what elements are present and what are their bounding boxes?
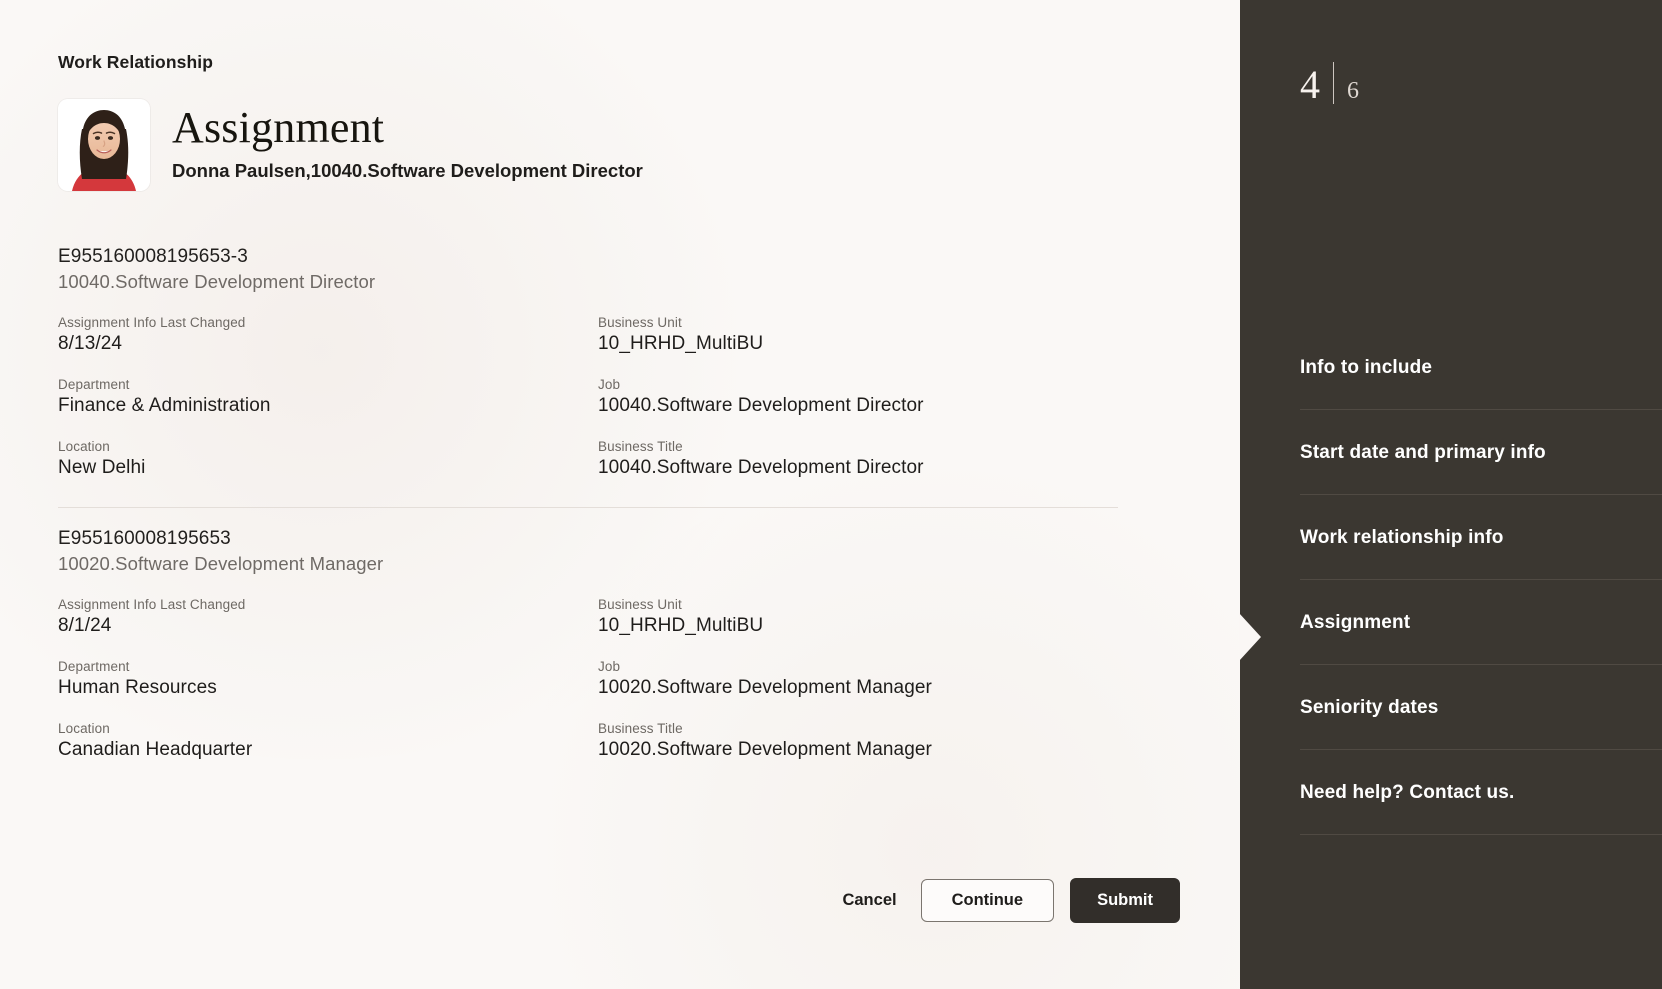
breadcrumb: Work Relationship: [58, 52, 214, 72]
field-label: Business Unit: [598, 597, 682, 612]
field: Job 10020.Software Development Manager: [598, 659, 1118, 699]
submit-button[interactable]: Submit: [1070, 878, 1180, 923]
field-value: 10_HRHD_MultiBU: [598, 615, 764, 636]
field-value: 8/1/24: [58, 615, 112, 636]
continue-button[interactable]: Continue: [920, 879, 1055, 922]
sidebar-item-assignment[interactable]: Assignment: [1300, 580, 1662, 665]
assignment-fields: Assignment Info Last Changed 8/13/24 Bus…: [58, 315, 1118, 479]
field: Department Finance & Administration: [58, 377, 598, 417]
field-value: 10020.Software Development Manager: [598, 677, 932, 698]
field-label: Assignment Info Last Changed: [58, 315, 246, 330]
field-label: Department: [58, 377, 130, 392]
field-label: Job: [598, 659, 621, 674]
assignment-list: E955160008195653-3 10040.Software Develo…: [58, 246, 1118, 767]
field: Assignment Info Last Changed 8/13/24: [58, 315, 598, 355]
sidebar-item-start-date-and-primary-info[interactable]: Start date and primary info: [1300, 410, 1662, 495]
person-subtitle: Donna Paulsen,10040.Software Development…: [172, 159, 643, 181]
field: Location New Delhi: [58, 439, 598, 479]
assignment-fields: Assignment Info Last Changed 8/1/24 Busi…: [58, 597, 1118, 761]
step-total: 6: [1347, 78, 1359, 104]
field-label: Location: [58, 721, 110, 736]
step-navigation: Info to include Start date and primary i…: [1300, 325, 1662, 835]
step-counter: 4 6: [1240, 0, 1662, 105]
sidebar-item-work-relationship-info[interactable]: Work relationship info: [1300, 495, 1662, 580]
field-value: 10040.Software Development Director: [598, 457, 924, 478]
field-value: New Delhi: [58, 457, 146, 478]
field: Business Title 10040.Software Developmen…: [598, 439, 1118, 479]
field-label: Job: [598, 377, 621, 392]
field: Location Canadian Headquarter: [58, 721, 598, 761]
assignment-id: E955160008195653-3: [58, 246, 248, 267]
action-bar: Cancel Continue Submit: [834, 878, 1180, 923]
field: Business Title 10020.Software Developmen…: [598, 721, 1118, 761]
field-value: Finance & Administration: [58, 395, 271, 416]
active-step-pointer-icon: [1239, 613, 1261, 661]
step-divider-icon: [1333, 62, 1334, 104]
assignment-card: E955160008195653-3 10040.Software Develo…: [58, 246, 1118, 485]
field: Job 10040.Software Development Director: [598, 377, 1118, 417]
field: Department Human Resources: [58, 659, 598, 699]
sidebar-item-info-to-include[interactable]: Info to include: [1300, 325, 1662, 410]
step-current: 4: [1300, 62, 1320, 107]
person-header: Assignment Donna Paulsen,10040.Software …: [58, 99, 1240, 191]
assignment-role: 10040.Software Development Director: [58, 271, 376, 292]
sidebar-item-need-help-contact-us[interactable]: Need help? Contact us.: [1300, 750, 1662, 835]
field-label: Business Unit: [598, 315, 682, 330]
assignment-role: 10020.Software Development Manager: [58, 553, 384, 574]
field-value: 10020.Software Development Manager: [598, 739, 932, 760]
field-label: Assignment Info Last Changed: [58, 597, 246, 612]
sidebar-item-seniority-dates[interactable]: Seniority dates: [1300, 665, 1662, 750]
wizard-page: Work Relationship Assignment Donna Pauls…: [0, 0, 1662, 989]
field: Assignment Info Last Changed 8/1/24: [58, 597, 598, 637]
main-content-panel: Work Relationship Assignment Donna Pauls…: [0, 0, 1240, 989]
avatar: [58, 99, 150, 191]
field-label: Business Title: [598, 439, 683, 454]
cancel-button[interactable]: Cancel: [834, 881, 904, 920]
assignment-id: E955160008195653: [58, 528, 231, 549]
field-value: Human Resources: [58, 677, 217, 698]
field-value: 10_HRHD_MultiBU: [598, 333, 764, 354]
wizard-sidebar: 4 6 Info to include Start date and prima…: [1239, 0, 1662, 989]
field-value: 8/13/24: [58, 333, 123, 354]
field-value: Canadian Headquarter: [58, 739, 253, 760]
field-label: Department: [58, 659, 130, 674]
page-title: Assignment: [172, 103, 385, 153]
assignment-card: E955160008195653 10020.Software Developm…: [58, 507, 1118, 767]
field: Business Unit 10_HRHD_MultiBU: [598, 597, 1118, 637]
field-label: Business Title: [598, 721, 683, 736]
field-value: 10040.Software Development Director: [598, 395, 924, 416]
field-label: Location: [58, 439, 110, 454]
field: Business Unit 10_HRHD_MultiBU: [598, 315, 1118, 355]
